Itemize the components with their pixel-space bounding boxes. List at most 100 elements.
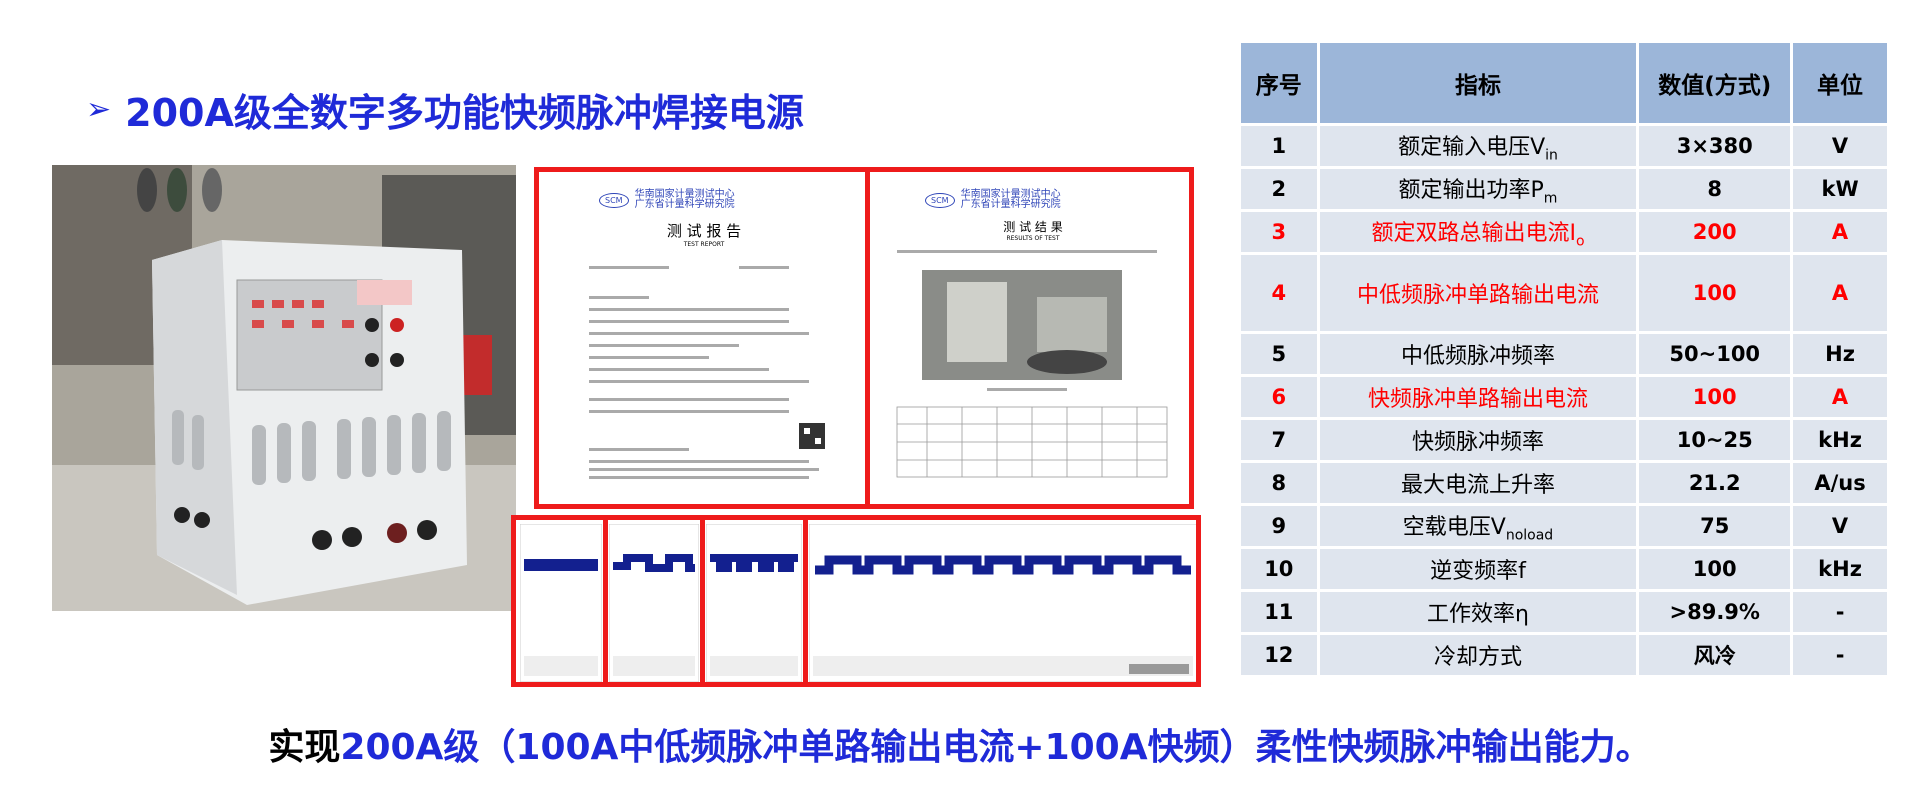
row-metric-subscript: o	[1575, 233, 1585, 250]
header-metric: 指标	[1316, 40, 1640, 126]
row-value-text: 3×380	[1676, 134, 1753, 158]
header-index: 序号	[1238, 40, 1320, 126]
row-index: 2	[1238, 166, 1320, 212]
row-unit-text: kHz	[1818, 557, 1862, 581]
statement-body: 200A级（100A中低频脉冲单路输出电流+100A快频）柔性快频脉冲输出能力。	[340, 727, 1652, 768]
row-value: 10~25	[1636, 417, 1794, 463]
row-index: 1	[1238, 123, 1320, 169]
page-title: ➢ 200A级全数字多功能快频脉冲焊接电源	[86, 82, 804, 137]
row-value: 100	[1636, 374, 1794, 420]
report-heading: 测 试 报 告	[666, 222, 742, 240]
row-value-text: >89.9%	[1669, 600, 1760, 624]
org-name-2: 广东省计量科学研究院	[960, 199, 1061, 210]
row-unit: A	[1790, 252, 1890, 334]
row-metric-text: 快频脉冲频率	[1411, 430, 1544, 455]
row-metric-text: 快频脉冲单路输出电流	[1367, 387, 1588, 412]
spec-row: 6 快频脉冲单路输出电流 100 A	[1238, 374, 1890, 420]
waveform-frame	[511, 515, 1201, 687]
org-name-2: 广东省计量科学研究院	[634, 199, 735, 210]
row-metric: 最大电流上升率	[1316, 460, 1640, 506]
row-value: 21.2	[1636, 460, 1794, 506]
row-value: 3×380	[1636, 123, 1794, 169]
row-unit-text: A	[1831, 385, 1849, 409]
row-index-text: 8	[1271, 471, 1287, 495]
row-value: 50~100	[1636, 331, 1794, 377]
statement-prefix: 实现	[268, 727, 341, 768]
row-value: 100	[1636, 252, 1794, 334]
header-value: 数值(方式)	[1636, 40, 1794, 126]
row-metric: 工作效率η	[1316, 589, 1640, 635]
spec-table: 序号 指标 数值(方式) 单位 1 额定输入电压Vin 3×380 V 2 额定输出功率P…	[1238, 40, 1890, 678]
report-subheading: TEST REPORT	[683, 241, 725, 248]
waveform-3	[705, 523, 803, 682]
page-title-text: 200A级全数字多功能快频脉冲焊接电源	[125, 91, 804, 135]
waveform-2	[608, 523, 700, 682]
row-metric-subscript: noload	[1505, 527, 1554, 544]
spec-row: 4 中低频脉冲单路输出电流 100 A	[1238, 252, 1890, 334]
row-unit: kW	[1790, 166, 1890, 212]
results-heading: 测 试 结 果	[1003, 220, 1063, 234]
welding-power-supply-photo	[52, 165, 516, 611]
spec-row: 1 额定输入电压Vin 3×380 V	[1238, 123, 1890, 169]
row-metric: 逆变频率f	[1316, 546, 1640, 592]
spec-row: 5 中低频脉冲频率 50~100 Hz	[1238, 331, 1890, 377]
capability-statement: 实现200A级（100A中低频脉冲单路输出电流+100A快频）柔性快频脉冲输出能…	[0, 718, 1920, 770]
spec-row: 12 冷却方式 风冷 -	[1238, 632, 1890, 678]
row-index-text: 1	[1271, 134, 1287, 158]
spec-row: 11 工作效率η >89.9% -	[1238, 589, 1890, 635]
spec-row: 7 快频脉冲频率 10~25 kHz	[1238, 417, 1890, 463]
row-unit-text: A	[1831, 281, 1849, 305]
row-metric-text: 额定输入电压V	[1398, 134, 1546, 160]
row-metric-text: 冷却方式	[1433, 645, 1522, 670]
frame-divider	[865, 172, 870, 504]
row-metric-text: 逆变频率f	[1430, 559, 1526, 584]
row-metric-text: 中低频脉冲单路输出电流	[1356, 283, 1599, 308]
row-value-text: 21.2	[1688, 471, 1741, 495]
row-index-text: 5	[1271, 342, 1287, 366]
row-value: 200	[1636, 209, 1794, 255]
row-unit-text: kHz	[1818, 428, 1862, 452]
row-index: 6	[1238, 374, 1320, 420]
row-metric-subscript: m	[1543, 190, 1558, 207]
row-unit-text: -	[1835, 643, 1845, 667]
row-index: 8	[1238, 460, 1320, 506]
row-metric: 额定双路总输出电流Io	[1316, 209, 1640, 255]
row-value-text: 75	[1700, 514, 1730, 538]
row-value: 75	[1636, 503, 1794, 549]
scm-logo: SCM	[925, 192, 955, 208]
row-value: >89.9%	[1636, 589, 1794, 635]
row-index-text: 11	[1264, 600, 1294, 624]
row-index: 10	[1238, 546, 1320, 592]
row-unit: V	[1790, 123, 1890, 169]
row-unit: Hz	[1790, 331, 1890, 377]
row-metric: 中低频脉冲频率	[1316, 331, 1640, 377]
report-text-lines	[589, 266, 825, 479]
row-metric: 冷却方式	[1316, 632, 1640, 678]
row-metric-text: 额定输出功率P	[1398, 177, 1544, 203]
row-index: 12	[1238, 632, 1320, 678]
row-index-text: 2	[1271, 177, 1287, 201]
row-index: 5	[1238, 331, 1320, 377]
row-index-text: 6	[1271, 385, 1287, 409]
row-metric-text: 空载电压V	[1402, 514, 1506, 540]
spec-row: 3 额定双路总输出电流Io 200 A	[1238, 209, 1890, 255]
row-unit: kHz	[1790, 546, 1890, 592]
row-metric: 空载电压Vnoload	[1316, 503, 1640, 549]
spec-table-header: 序号 指标 数值(方式) 单位	[1238, 40, 1890, 126]
row-metric-subscript: in	[1545, 147, 1558, 164]
row-unit: A	[1790, 209, 1890, 255]
row-index-text: 10	[1264, 557, 1294, 581]
row-index: 7	[1238, 417, 1320, 463]
row-value-text: 100	[1692, 557, 1737, 581]
row-index-text: 9	[1271, 514, 1287, 538]
row-index: 11	[1238, 589, 1320, 635]
frame-divider	[803, 520, 808, 682]
results-subheading: RESULTS OF TEST	[1006, 235, 1060, 242]
row-value-text: 50~100	[1669, 342, 1761, 366]
row-index-text: 7	[1271, 428, 1287, 452]
row-metric-text: 中低频脉冲频率	[1400, 344, 1555, 369]
row-unit: kHz	[1790, 417, 1890, 463]
row-value-text: 风冷	[1693, 644, 1736, 668]
frame-divider	[603, 520, 608, 682]
row-index: 3	[1238, 209, 1320, 255]
